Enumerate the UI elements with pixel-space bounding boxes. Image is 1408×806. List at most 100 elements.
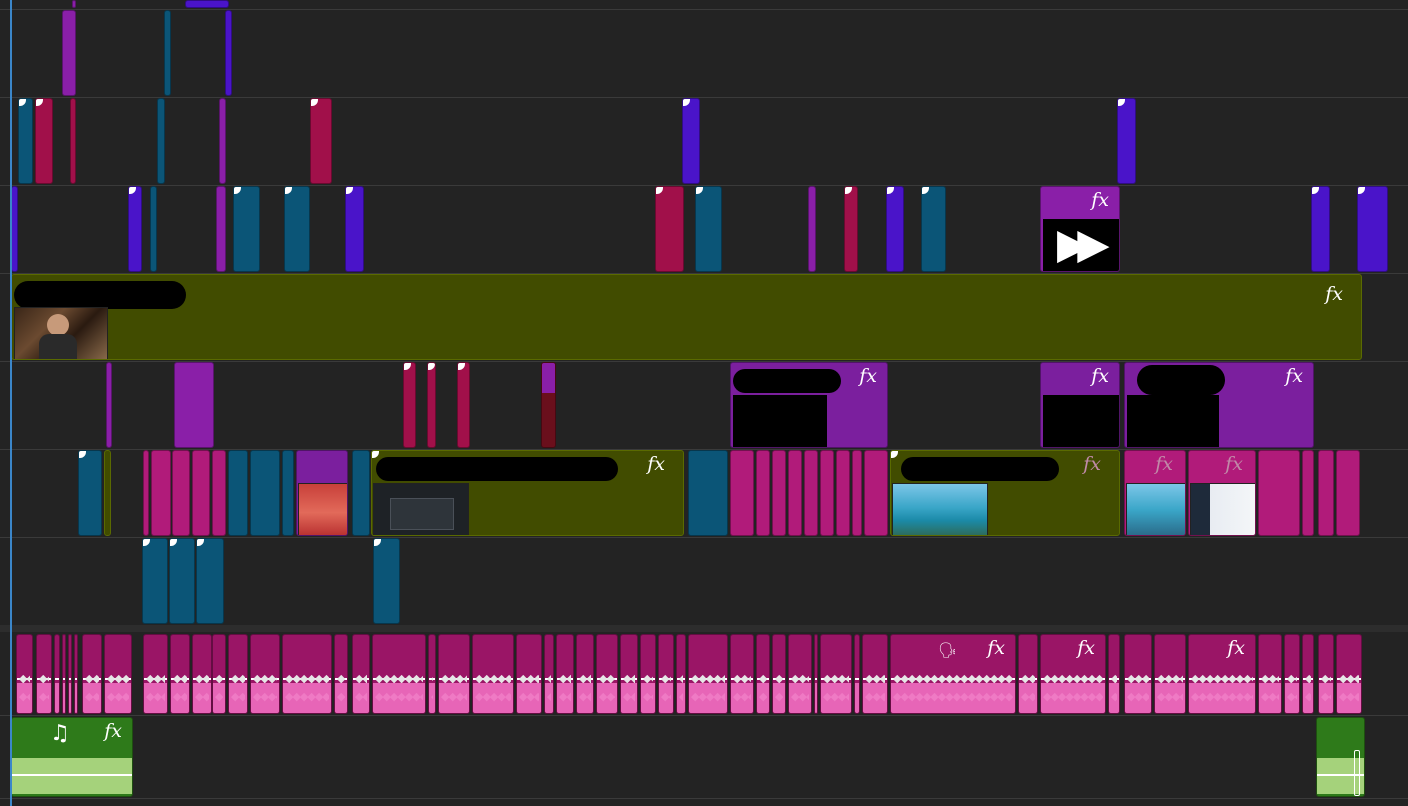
video-clip[interactable]	[1117, 98, 1136, 184]
video-clip[interactable]	[228, 450, 248, 536]
audio-clip[interactable]: ◆◆◆◆◆◆◆◆◆◆◆◆◆◆◆◆◆◆◆◆◆◆◆◆◆◆◆◆◆◆◆◆◆◆◆◆◆◆◆◆	[640, 634, 656, 714]
video-clip[interactable]: fx	[371, 450, 684, 536]
audio-clip[interactable]: ◆◆◆◆◆◆◆◆◆◆◆◆◆◆◆◆◆◆◆◆◆◆◆◆◆◆◆◆◆◆◆◆◆◆◆◆◆◆◆◆	[676, 634, 686, 714]
video-clip[interactable]	[804, 450, 818, 536]
video-clip[interactable]	[345, 186, 364, 272]
audio-clip[interactable]: ◆◆◆◆◆◆◆◆◆◆◆◆◆◆◆◆◆◆◆◆◆◆◆◆◆◆◆◆◆◆◆◆◆◆◆◆◆◆◆◆	[862, 634, 888, 714]
video-clip[interactable]	[836, 450, 850, 536]
audio-clip[interactable]: ◆◆◆◆◆◆◆◆◆◆◆◆◆◆◆◆◆◆◆◆◆◆◆◆◆◆◆◆◆◆◆◆◆◆◆◆◆◆◆◆	[1336, 634, 1362, 714]
video-clip[interactable]: fx	[730, 362, 888, 448]
audio-clip[interactable]: ◆◆◆◆◆◆◆◆◆◆◆◆◆◆◆◆◆◆◆◆◆◆◆◆◆◆◆◆◆◆◆◆◆◆◆◆◆◆◆◆	[74, 634, 78, 714]
video-clip[interactable]: fx	[1124, 450, 1186, 536]
timeline-panel[interactable]: fx ▶▶ fx fx fx fx fx fx fx fx ◆ ◆ ◆◆ ◆◆◆…	[0, 0, 1408, 806]
video-clip[interactable]	[143, 450, 149, 536]
clip-trim-handle[interactable]	[1354, 750, 1360, 796]
music-clip[interactable]: ♫ fx	[11, 717, 133, 797]
video-clip[interactable]	[655, 186, 684, 272]
audio-clip[interactable]: ◆◆◆◆◆◆◆◆◆◆◆◆◆◆◆◆◆◆◆◆◆◆◆◆◆◆◆◆◆◆◆◆◆◆◆◆◆◆◆◆	[352, 634, 370, 714]
audio-clip[interactable]: ◆◆◆◆◆◆◆◆◆◆◆◆◆◆◆◆◆◆◆◆◆◆◆◆◆◆◆◆◆◆◆◆◆◆◆◆◆◆◆◆	[1258, 634, 1282, 714]
audio-clip[interactable]: ◆◆◆◆◆◆◆◆◆◆◆◆◆◆◆◆◆◆◆◆◆◆◆◆◆◆◆◆◆◆◆◆◆◆◆◆◆◆◆◆	[143, 634, 168, 714]
audio-clip[interactable]: ◆◆◆◆◆◆◆◆◆◆◆◆◆◆◆◆◆◆◆◆◆◆◆◆◆◆◆◆◆◆◆◆◆◆◆◆◆◆◆◆	[1302, 634, 1314, 714]
video-clip[interactable]	[62, 10, 76, 96]
video-clip[interactable]	[886, 186, 904, 272]
audio-clip[interactable]: ◆◆◆◆◆◆◆◆◆◆◆◆◆◆◆◆◆◆◆◆◆◆◆◆◆◆◆◆◆◆◆◆◆◆◆◆◆◆◆◆	[688, 634, 728, 714]
audio-clip[interactable]: ◆◆◆◆◆◆◆◆◆◆◆◆◆◆◆◆◆◆◆◆◆◆◆◆◆◆◆◆◆◆◆◆◆◆◆◆◆◆◆◆	[544, 634, 554, 714]
video-clip[interactable]	[212, 450, 226, 536]
audio-clip[interactable]: ◆◆◆◆◆◆◆◆◆◆◆◆◆◆◆◆◆◆◆◆◆◆◆◆◆◆◆◆◆◆◆◆◆◆◆◆◆◆◆◆	[516, 634, 542, 714]
audio-clip[interactable]: ◆◆◆◆◆◆◆◆◆◆◆◆◆◆◆◆◆◆◆◆◆◆◆◆◆◆◆◆◆◆◆◆◆◆◆◆◆◆◆◆	[16, 634, 33, 714]
audio-clip[interactable]: ◆◆◆◆◆◆◆◆◆◆◆◆◆◆◆◆◆◆◆◆◆◆◆◆◆◆◆◆◆◆◆◆◆◆◆◆◆◆◆◆	[1108, 634, 1120, 714]
video-clip[interactable]	[310, 98, 332, 184]
video-clip[interactable]	[233, 186, 260, 272]
video-clip[interactable]	[250, 450, 280, 536]
audio-clip[interactable]: ◆◆◆◆◆◆◆◆◆◆◆◆◆◆◆◆◆◆◆◆◆◆◆◆◆◆◆◆◆◆◆◆◆◆◆◆◆◆◆◆	[372, 634, 426, 714]
video-clip[interactable]	[1311, 186, 1330, 272]
video-clip[interactable]	[541, 362, 556, 448]
audio-clip[interactable]: ◆◆◆◆◆◆◆◆◆◆◆◆◆◆◆◆◆◆◆◆◆◆◆◆◆◆◆◆◆◆◆◆◆◆◆◆◆◆◆◆	[250, 634, 280, 714]
video-clip[interactable]	[70, 98, 76, 184]
audio-clip[interactable]: ◆◆◆◆◆◆◆◆◆◆◆◆◆◆◆◆◆◆◆◆◆◆◆◆◆◆◆◆◆◆◆◆◆◆◆◆◆◆◆◆	[820, 634, 852, 714]
audio-clip[interactable]: ◆◆◆◆◆◆◆◆◆◆◆◆◆◆◆◆◆◆◆◆◆◆◆◆◆◆◆◆◆◆◆◆◆◆◆◆◆◆◆◆	[1018, 634, 1038, 714]
speed-ramp-clip[interactable]: fx ▶▶	[1040, 186, 1120, 272]
audio-clip[interactable]: ◆◆◆◆◆◆◆◆◆◆◆◆◆◆◆◆◆◆◆◆◆◆◆◆◆◆◆◆◆◆◆◆◆◆◆◆◆◆◆◆	[756, 634, 770, 714]
video-clip[interactable]	[72, 0, 76, 8]
audio-clip[interactable]: ◆◆◆◆◆◆◆◆◆◆◆◆◆◆◆◆◆◆◆◆◆◆◆◆◆◆◆◆◆◆◆◆◆◆◆◆◆◆◆◆	[54, 634, 60, 714]
main-webcam-clip[interactable]: fx	[11, 274, 1362, 360]
video-clip[interactable]	[151, 450, 171, 536]
audio-clip[interactable]: ◆◆◆◆◆◆◆◆◆◆◆◆◆◆◆◆◆◆◆◆◆◆◆◆◆◆◆◆◆◆◆◆◆◆◆◆◆◆◆◆	[1284, 634, 1300, 714]
video-clip[interactable]	[756, 450, 770, 536]
video-clip[interactable]	[284, 186, 310, 272]
video-clip[interactable]	[688, 450, 728, 536]
video-clip[interactable]	[18, 98, 33, 184]
audio-clip[interactable]: ◆◆◆◆◆◆◆◆◆◆◆◆◆◆◆◆◆◆◆◆◆◆◆◆◆◆◆◆◆◆◆◆◆◆◆◆◆◆◆◆	[1124, 634, 1152, 714]
video-clip[interactable]	[730, 450, 754, 536]
audio-clip[interactable]: ◆◆◆◆◆◆◆◆◆◆◆◆◆◆◆◆◆◆◆◆◆◆◆◆◆◆◆◆◆◆◆◆◆◆◆◆◆◆◆◆	[62, 634, 66, 714]
video-clip[interactable]	[282, 450, 294, 536]
video-clip[interactable]	[788, 450, 802, 536]
video-clip[interactable]	[216, 186, 226, 272]
video-clip[interactable]	[844, 186, 858, 272]
video-clip[interactable]	[219, 98, 226, 184]
video-clip[interactable]	[150, 186, 157, 272]
video-clip[interactable]	[11, 186, 18, 272]
video-clip[interactable]	[1258, 450, 1300, 536]
audio-clip[interactable]: ◆◆◆◆◆◆◆◆◆◆◆◆◆◆◆◆◆◆◆◆◆◆◆◆◆◆◆◆◆◆◆◆◆◆◆◆◆◆◆◆	[104, 634, 132, 714]
audio-clip[interactable]: ◆◆◆◆◆◆◆◆◆◆◆◆◆◆◆◆◆◆◆◆◆◆◆◆◆◆◆◆◆◆◆◆◆◆◆◆◆◆◆◆	[576, 634, 594, 714]
audio-clip[interactable]: ◆◆◆◆◆◆◆◆◆◆◆◆◆◆◆◆◆◆◆◆◆◆◆◆◆◆◆◆◆◆◆◆◆◆◆◆◆◆◆◆	[596, 634, 618, 714]
audio-clip[interactable]: ◆◆◆◆◆◆◆◆◆◆◆◆◆◆◆◆◆◆◆◆◆◆◆◆◆◆◆◆◆◆◆◆◆◆◆◆◆◆◆◆	[82, 634, 102, 714]
video-clip[interactable]	[164, 10, 171, 96]
audio-clip[interactable]: ◆◆◆◆◆◆◆◆◆◆◆◆◆◆◆◆◆◆◆◆◆◆◆◆◆◆◆◆◆◆◆◆◆◆◆◆◆◆◆◆	[428, 634, 436, 714]
video-clip[interactable]	[296, 450, 348, 536]
video-clip[interactable]: fx	[890, 450, 1120, 536]
audio-clip[interactable]: ◆◆◆◆◆◆◆◆◆◆◆◆◆◆◆◆◆◆◆◆◆◆◆◆◆◆◆◆◆◆◆◆◆◆◆◆◆◆◆◆	[1154, 634, 1186, 714]
video-clip[interactable]	[78, 450, 102, 536]
video-clip[interactable]	[128, 186, 142, 272]
video-clip[interactable]	[185, 0, 229, 8]
audio-clip[interactable]: ◆◆◆◆◆◆◆◆◆◆◆◆◆◆◆◆◆◆◆◆◆◆◆◆◆◆◆◆◆◆◆◆◆◆◆◆◆◆◆◆	[772, 634, 786, 714]
audio-clip[interactable]: ◆◆◆◆◆◆◆◆◆◆◆◆◆◆◆◆◆◆◆◆◆◆◆◆◆◆◆◆◆◆◆◆◆◆◆◆◆◆◆◆	[334, 634, 348, 714]
audio-clip[interactable]: ◆◆◆◆◆◆◆◆◆◆◆◆◆◆◆◆◆◆◆◆◆◆◆◆◆◆◆◆◆◆◆◆◆◆◆◆◆◆◆◆	[282, 634, 332, 714]
video-clip[interactable]	[403, 362, 416, 448]
video-clip[interactable]	[104, 450, 111, 536]
audio-clip[interactable]: ◆◆◆◆◆◆◆◆◆◆◆◆◆◆◆◆◆◆◆◆◆◆◆◆◆◆◆◆◆◆◆◆◆◆◆◆◆◆◆◆	[1318, 634, 1334, 714]
audio-clip[interactable]: ◆◆◆◆◆◆◆◆◆◆◆◆◆◆◆◆◆◆◆◆◆◆◆◆◆◆◆◆◆◆◆◆◆◆◆◆◆◆◆◆	[814, 634, 818, 714]
video-clip[interactable]	[808, 186, 816, 272]
video-clip[interactable]	[1318, 450, 1334, 536]
video-clip[interactable]	[682, 98, 700, 184]
audio-clip[interactable]: ◆◆◆◆◆◆◆◆◆◆◆◆◆◆◆◆◆◆◆◆◆◆◆◆◆◆◆◆◆◆◆◆◆◆◆◆◆◆◆◆	[556, 634, 574, 714]
audio-clip-fx[interactable]: fx ◆◆◆◆◆◆◆◆◆◆◆◆◆◆◆◆◆◆◆◆ ◆◆◆◆◆◆◆◆◆◆◆◆◆◆◆◆…	[1040, 634, 1106, 714]
video-clip[interactable]	[772, 450, 786, 536]
music-clip[interactable]	[1316, 717, 1365, 797]
audio-clip[interactable]: ◆◆◆◆◆◆◆◆◆◆◆◆◆◆◆◆◆◆◆◆◆◆◆◆◆◆◆◆◆◆◆◆◆◆◆◆◆◆◆◆	[854, 634, 860, 714]
video-clip[interactable]	[864, 450, 888, 536]
video-clip[interactable]	[106, 362, 112, 448]
audio-clip[interactable]: ◆◆◆◆◆◆◆◆◆◆◆◆◆◆◆◆◆◆◆◆◆◆◆◆◆◆◆◆◆◆◆◆◆◆◆◆◆◆◆◆	[170, 634, 190, 714]
audio-clip[interactable]: ◆◆◆◆◆◆◆◆◆◆◆◆◆◆◆◆◆◆◆◆◆◆◆◆◆◆◆◆◆◆◆◆◆◆◆◆◆◆◆◆	[788, 634, 812, 714]
video-clip[interactable]	[352, 450, 370, 536]
video-clip[interactable]	[695, 186, 722, 272]
video-clip[interactable]	[192, 450, 210, 536]
video-clip[interactable]: fx	[1040, 362, 1120, 448]
video-clip[interactable]	[852, 450, 862, 536]
video-clip[interactable]	[427, 362, 436, 448]
video-clip[interactable]	[35, 98, 53, 184]
